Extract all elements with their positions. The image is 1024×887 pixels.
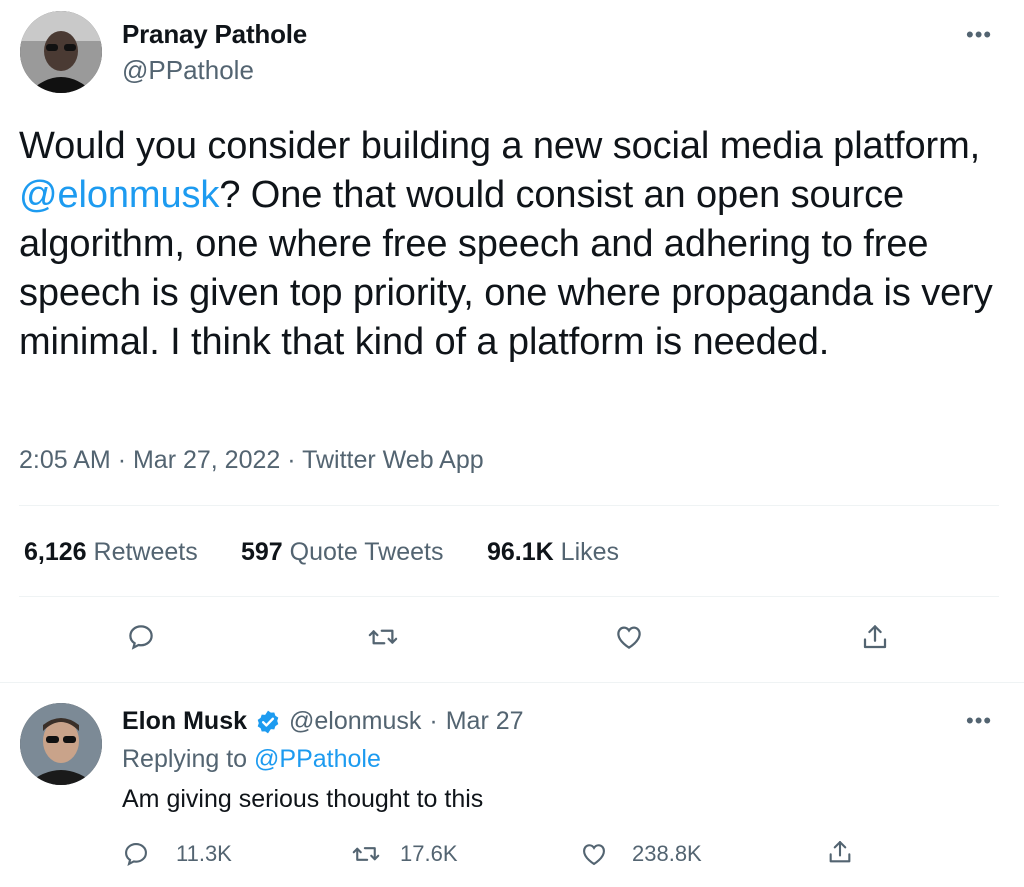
reply-author-name[interactable]: Elon Musk	[122, 707, 247, 736]
mention-link[interactable]: @elonmusk	[19, 174, 219, 216]
retweet-icon	[368, 629, 398, 645]
share-button[interactable]	[860, 622, 890, 652]
reply-icon	[125, 843, 147, 866]
author-avatar[interactable]	[20, 11, 102, 93]
retweet-icon	[352, 847, 380, 861]
like-button[interactable]	[614, 622, 644, 652]
retweet-button[interactable]	[368, 622, 398, 652]
tweet-text-part1: Would you consider building a new social…	[19, 125, 981, 167]
reply-date[interactable]: Mar 27	[446, 707, 524, 736]
replying-to-prefix: Replying to	[122, 745, 248, 773]
tweet-date[interactable]: Mar 27, 2022	[133, 446, 280, 474]
share-icon	[863, 625, 887, 649]
replying-to-link[interactable]: @PPathole	[254, 745, 381, 773]
tweet-time[interactable]: 2:05 AM	[19, 446, 111, 474]
like-icon	[617, 626, 641, 649]
tweet-source[interactable]: Twitter Web App	[302, 446, 484, 474]
avatar-image	[20, 11, 102, 93]
author-name[interactable]: Pranay Pathole	[122, 19, 307, 50]
more-options-icon[interactable]: •••	[966, 22, 992, 48]
reply-retweet-button[interactable]: 17.6K	[352, 840, 458, 868]
verified-badge-icon	[255, 709, 281, 735]
reply-more-options-icon[interactable]: •••	[966, 708, 992, 734]
tweet-text: Would you consider building a new social…	[19, 122, 1009, 367]
divider	[19, 505, 999, 506]
reply-retweets-count: 17.6K	[400, 841, 458, 866]
share-icon	[829, 841, 851, 863]
replying-to-line: Replying to @PPathole	[122, 745, 381, 774]
likes-count: 96.1K	[487, 538, 554, 566]
reply-likes-count: 238.8K	[632, 841, 702, 866]
retweets-label: Retweets	[93, 538, 198, 566]
reply-header: Elon Musk @elonmusk · Mar 27	[122, 707, 524, 736]
reply-icon	[129, 625, 153, 650]
reply-button[interactable]	[126, 622, 156, 652]
tweet-meta: 2:05 AM · Mar 27, 2022 · Twitter Web App	[19, 446, 484, 475]
quotes-label: Quote Tweets	[289, 538, 444, 566]
reply-replies-count: 11.3K	[176, 841, 232, 866]
reply-share-button[interactable]	[826, 838, 854, 866]
reply-text: Am giving serious thought to this	[122, 785, 484, 813]
retweets-stat[interactable]: 6,126 Retweets	[24, 538, 198, 567]
meta-separator: ·	[117, 446, 127, 474]
divider	[0, 682, 1024, 683]
divider	[19, 596, 999, 597]
reply-like-button[interactable]: 238.8K	[580, 840, 702, 868]
quote-tweets-stat[interactable]: 597 Quote Tweets	[241, 538, 443, 567]
likes-label: Likes	[560, 538, 620, 566]
author-handle[interactable]: @PPathole	[122, 55, 254, 86]
retweets-count: 6,126	[24, 538, 87, 566]
avatar-image	[20, 703, 102, 785]
reply-separator: ·	[429, 707, 438, 735]
like-icon	[583, 844, 605, 866]
quotes-count: 597	[241, 538, 283, 566]
meta-separator: ·	[287, 446, 296, 474]
reply-reply-button[interactable]: 11.3K	[122, 840, 232, 868]
reply-author-handle[interactable]: @elonmusk	[289, 707, 421, 736]
likes-stat[interactable]: 96.1K Likes	[487, 538, 619, 567]
reply-author-avatar[interactable]	[20, 703, 102, 785]
